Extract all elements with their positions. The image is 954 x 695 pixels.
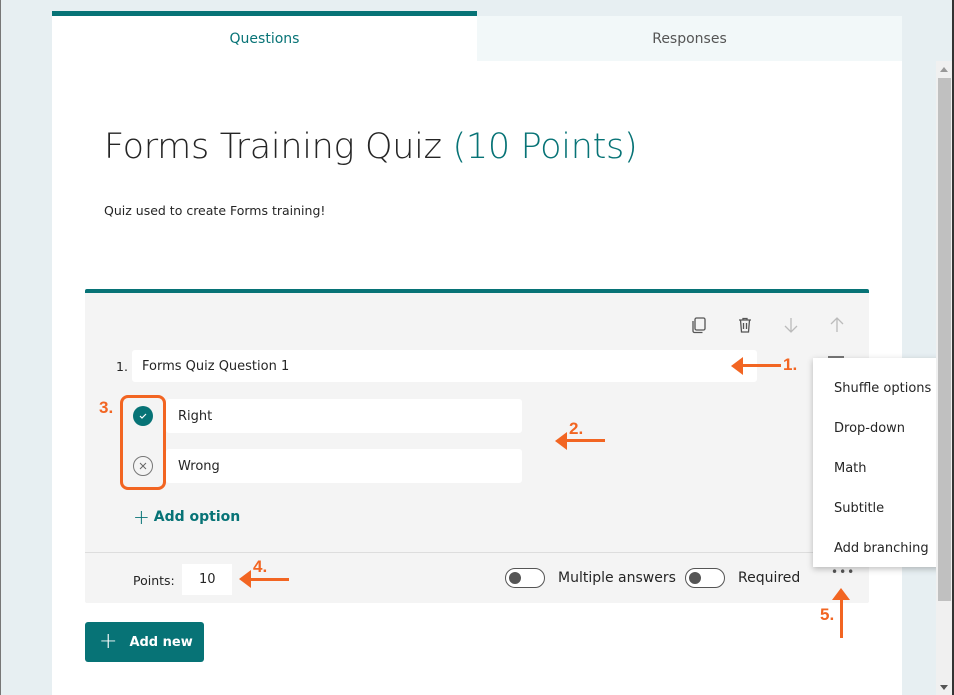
points-label: Points:: [133, 573, 175, 588]
form-title[interactable]: Forms Training Quiz (10 Points): [104, 127, 638, 167]
option-input[interactable]: Right: [166, 399, 522, 433]
annotation-arrow-1: [741, 364, 781, 367]
question-number: 1.: [116, 359, 128, 374]
annotation-label-2: 2.: [569, 419, 584, 438]
scroll-up-button[interactable]: [936, 61, 952, 77]
delete-question-button[interactable]: [733, 313, 757, 337]
question-card: 1. Forms Quiz Question 1 Right Wrong + A…: [85, 289, 869, 603]
annotation-arrow-5: [840, 598, 843, 638]
annotation-label-3: 3.: [99, 398, 114, 417]
toggle-knob: [509, 572, 521, 584]
required-toggle[interactable]: [685, 568, 725, 588]
annotation-label-5: 5.: [820, 605, 835, 624]
multiple-answers-label: Multiple answers: [558, 570, 676, 586]
required-label: Required: [738, 570, 801, 586]
move-up-button[interactable]: [825, 313, 849, 337]
copy-question-button[interactable]: [687, 313, 711, 337]
trash-icon: [739, 317, 751, 333]
tab-responses[interactable]: Responses: [477, 16, 902, 61]
form-title-text: Forms Training Quiz: [104, 127, 442, 167]
question-toolbar: [687, 313, 849, 337]
form-editor: Forms Training Quiz (10 Points) Quiz use…: [52, 61, 902, 695]
arrow-up-icon: [830, 317, 844, 332]
annotation-arrow-4: [249, 578, 289, 581]
form-description[interactable]: Quiz used to create Forms training!: [104, 203, 325, 218]
menu-item-add-branching[interactable]: Add branching: [813, 528, 948, 568]
annotation-label-1: 1.: [783, 355, 798, 374]
menu-item-math[interactable]: Math: [813, 448, 948, 488]
add-new-label: Add new: [129, 634, 193, 650]
add-option-button[interactable]: + Add option: [133, 505, 241, 529]
annotation-arrow-2: [565, 439, 605, 442]
plus-icon: +: [99, 629, 118, 654]
menu-item-shuffle-options[interactable]: Shuffle options: [813, 368, 948, 408]
arrow-down-icon: [784, 318, 798, 333]
option-input[interactable]: Wrong: [166, 449, 522, 483]
move-down-button[interactable]: [779, 313, 803, 337]
menu-item-drop-down[interactable]: Drop-down: [813, 408, 948, 448]
multiple-answers-toggle[interactable]: [505, 568, 545, 588]
triangle-down-icon: [940, 684, 948, 690]
window-left-edge: [0, 0, 1, 695]
vertical-scrollbar[interactable]: [936, 61, 952, 695]
more-options-menu: Shuffle options Drop-down Math Subtitle …: [813, 358, 948, 567]
scroll-thumb[interactable]: [938, 78, 951, 601]
question-text-input[interactable]: Forms Quiz Question 1: [132, 350, 757, 382]
add-new-button[interactable]: + Add new: [85, 622, 204, 662]
plus-icon: +: [133, 505, 150, 529]
form-points: (10 Points): [452, 127, 638, 167]
toggle-knob: [689, 572, 701, 584]
triangle-up-icon: [940, 66, 948, 72]
scroll-down-button[interactable]: [936, 679, 952, 695]
annotation-label-4: 4.: [253, 557, 268, 576]
annotation-highlight-3: [120, 395, 166, 490]
question-footer: Points: 10 Multiple answers Required •••: [85, 552, 869, 603]
points-input[interactable]: 10: [182, 564, 232, 595]
tab-questions[interactable]: Questions: [52, 11, 477, 61]
add-option-label: Add option: [153, 509, 241, 525]
tab-bar: Questions Responses: [52, 11, 902, 61]
copy-icon: [692, 317, 706, 334]
menu-item-subtitle[interactable]: Subtitle: [813, 488, 948, 528]
